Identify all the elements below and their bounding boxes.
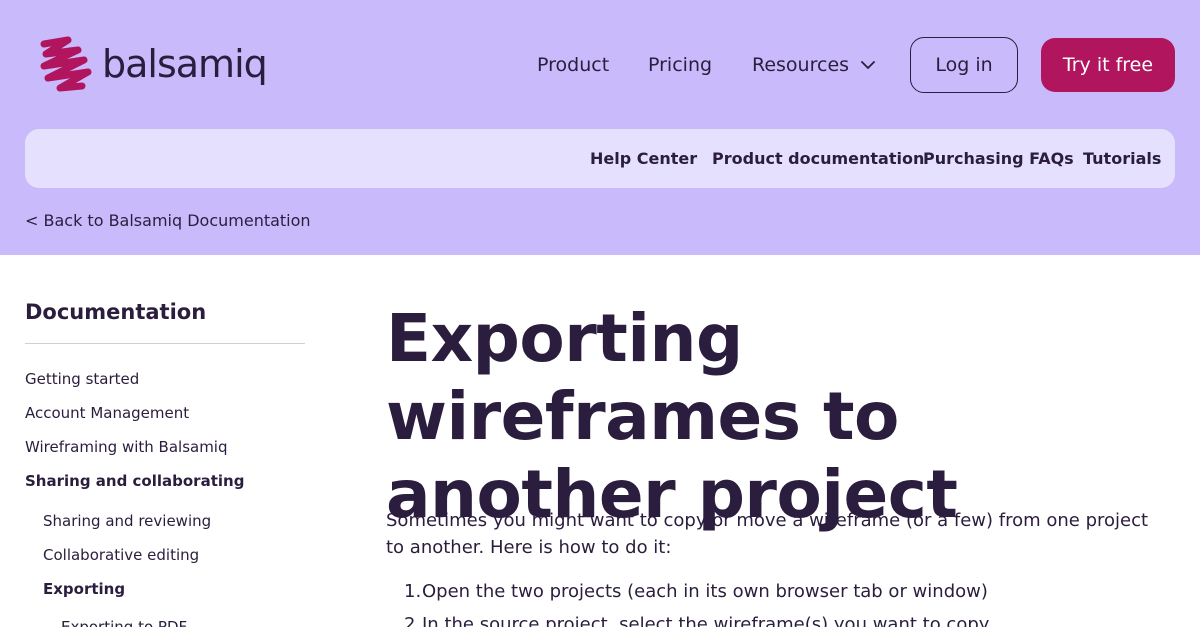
list-item: 1. Open the two projects (each in its ow…	[386, 578, 1166, 605]
back-to-docs-link[interactable]: < Back to Balsamiq Documentation	[25, 211, 311, 231]
nav-resources-label: Resources	[752, 54, 850, 76]
squiggle-logo-icon	[40, 36, 92, 92]
docs-subnav: Help Center Product documentation Purcha…	[25, 129, 1175, 188]
nav-resources[interactable]: Resources	[752, 53, 875, 77]
sidebar-item-wireframing[interactable]: Wireframing with Balsamiq	[25, 438, 228, 456]
nav-product[interactable]: Product	[537, 53, 609, 77]
step-number: 1.	[404, 581, 422, 602]
sidebar-item-exporting-pdf[interactable]: Exporting to PDF	[61, 618, 187, 627]
subnav-tutorials[interactable]: Tutorials	[1083, 149, 1161, 169]
try-free-button[interactable]: Try it free	[1041, 38, 1175, 92]
sidebar-title: Documentation	[25, 300, 207, 324]
sidebar-item-sharing-reviewing[interactable]: Sharing and reviewing	[43, 512, 211, 530]
sidebar-item-collaborative-editing[interactable]: Collaborative editing	[43, 546, 199, 564]
steps-list: 1. Open the two projects (each in its ow…	[386, 578, 1166, 627]
chevron-down-icon	[861, 61, 875, 69]
page-title: Exporting wireframes to another project	[386, 300, 958, 533]
brand-name: balsamiq	[102, 42, 268, 86]
nav-pricing[interactable]: Pricing	[648, 53, 712, 77]
step-text: Open the two projects (each in its own b…	[422, 581, 988, 602]
list-item: 2. In the source project, select the wir…	[386, 611, 1166, 627]
sidebar-item-sharing-collaborating[interactable]: Sharing and collaborating	[25, 472, 244, 490]
subnav-product-documentation[interactable]: Product documentation	[712, 149, 924, 169]
step-text: In the source project, select the wirefr…	[422, 614, 990, 627]
sidebar-item-account-management[interactable]: Account Management	[25, 404, 189, 422]
subnav-purchasing-faqs[interactable]: Purchasing FAQs	[923, 149, 1074, 169]
brand-logo[interactable]: balsamiq	[38, 36, 268, 92]
site-header: balsamiq Product Pricing Resources Log i…	[0, 0, 1200, 255]
sidebar-divider	[25, 343, 305, 344]
login-button[interactable]: Log in	[910, 37, 1018, 93]
sidebar-item-exporting[interactable]: Exporting	[43, 580, 125, 598]
step-number: 2.	[404, 614, 422, 627]
article-intro: Sometimes you might want to copy or move…	[386, 510, 1149, 558]
sidebar-item-getting-started[interactable]: Getting started	[25, 370, 139, 388]
subnav-help-center[interactable]: Help Center	[590, 149, 697, 169]
